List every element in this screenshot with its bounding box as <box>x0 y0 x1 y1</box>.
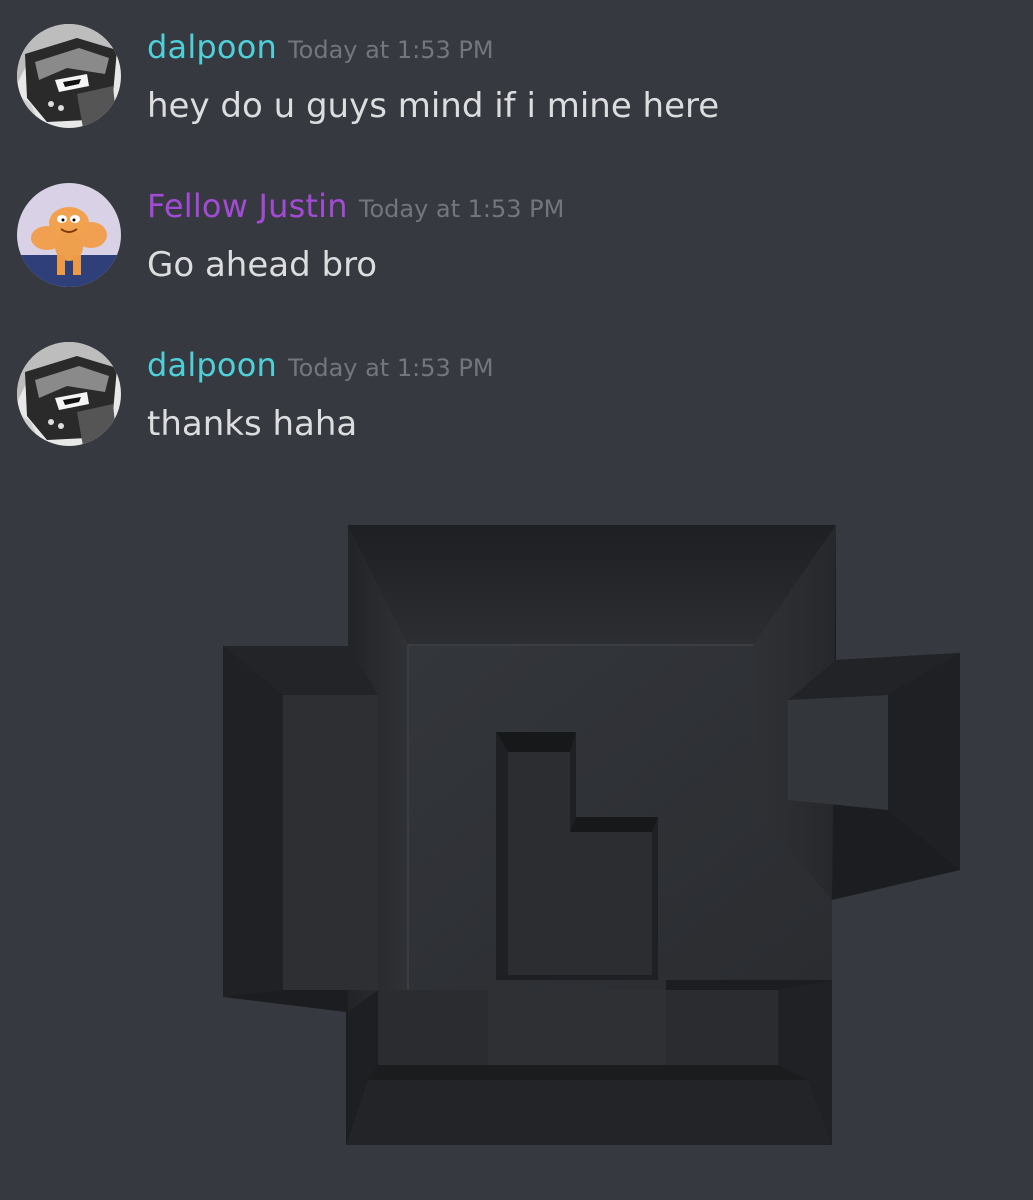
message-text: hey do u guys mind if i mine here <box>147 86 720 126</box>
timestamp: Today at 1:53 PM <box>288 36 494 64</box>
message-item: Fellow Justin Today at 1:53 PM Go ahead … <box>0 181 1033 311</box>
message-item: dalpoon Today at 1:53 PM thanks haha <box>0 340 1033 470</box>
timestamp: Today at 1:53 PM <box>358 195 565 223</box>
avatar-dalpoon[interactable] <box>17 24 121 128</box>
username[interactable]: dalpoon <box>147 346 277 384</box>
garfield-icon <box>17 183 121 287</box>
message-header: dalpoon Today at 1:53 PM <box>147 28 494 66</box>
knight-helmet-icon <box>17 342 121 446</box>
message-item: dalpoon Today at 1:53 PM hey do u guys m… <box>0 22 1033 152</box>
discord-mine-pit-icon <box>223 525 960 1145</box>
avatar-dalpoon[interactable] <box>17 342 121 446</box>
message-text: Go ahead bro <box>147 245 378 285</box>
username[interactable]: dalpoon <box>147 28 277 66</box>
username[interactable]: Fellow Justin <box>147 187 348 225</box>
timestamp: Today at 1:53 PM <box>288 354 494 382</box>
image-attachment[interactable] <box>218 520 963 1145</box>
message-text: thanks haha <box>147 404 358 444</box>
message-header: dalpoon Today at 1:53 PM <box>147 346 494 384</box>
avatar-fellow-justin[interactable] <box>17 183 121 287</box>
knight-helmet-icon <box>17 24 121 128</box>
message-header: Fellow Justin Today at 1:53 PM <box>147 187 564 225</box>
